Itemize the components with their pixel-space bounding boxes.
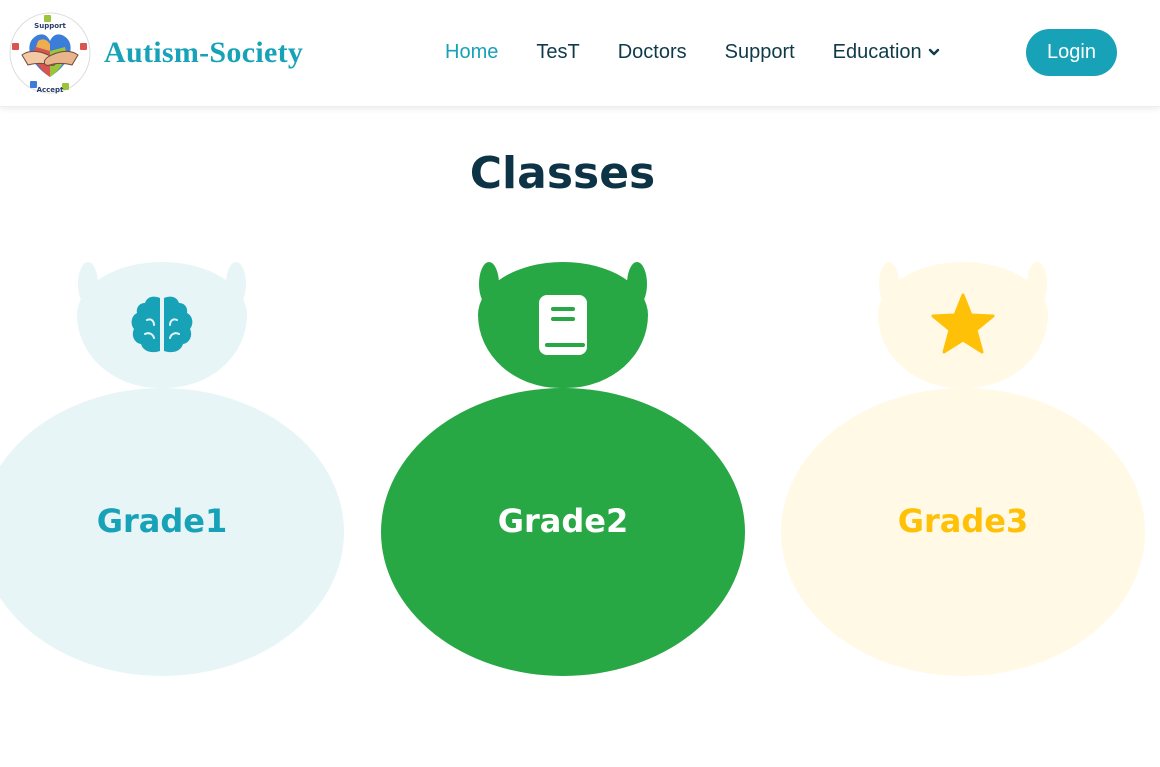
logo-text: Accept: [37, 86, 64, 94]
page-title: Classes: [469, 148, 656, 199]
card-head: [77, 262, 247, 388]
brand[interactable]: Support Accept Autism-Society: [8, 8, 303, 98]
nav-education-dropdown[interactable]: Education: [833, 41, 940, 64]
nav-doctors[interactable]: Doctors: [618, 41, 687, 64]
nav-education-label: Education: [832, 40, 922, 63]
class-label: Grade1: [96, 502, 228, 540]
card-body: Grade1: [0, 388, 344, 676]
nav-home[interactable]: Home: [445, 41, 498, 64]
card-head: [478, 262, 648, 388]
nav-test[interactable]: TesT: [536, 41, 579, 64]
class-card-grade2[interactable]: Grade2: [381, 262, 745, 676]
card-body: Grade2: [381, 388, 745, 676]
card-head: [878, 262, 1048, 388]
brand-name[interactable]: Autism-Society: [104, 36, 303, 70]
class-card-grade1[interactable]: Grade1: [0, 262, 344, 676]
top-navbar: Support Accept Autism-Society Home TesT …: [0, 0, 1160, 107]
class-label: Grade2: [497, 502, 629, 540]
nav-links: Home TesT Doctors Support Education: [445, 38, 978, 66]
autism-society-logo: Support Accept: [9, 12, 91, 94]
card-body: Grade3: [781, 388, 1145, 676]
chevron-down-icon: [928, 48, 939, 56]
brain-icon: [127, 294, 197, 356]
book-icon: [535, 293, 591, 357]
class-label: Grade3: [897, 502, 1029, 540]
logo-text: Support: [34, 22, 66, 30]
star-icon: [930, 293, 996, 357]
login-button[interactable]: Login: [1026, 29, 1117, 76]
nav-support[interactable]: Support: [725, 41, 795, 64]
class-card-grade3[interactable]: Grade3: [781, 262, 1145, 676]
